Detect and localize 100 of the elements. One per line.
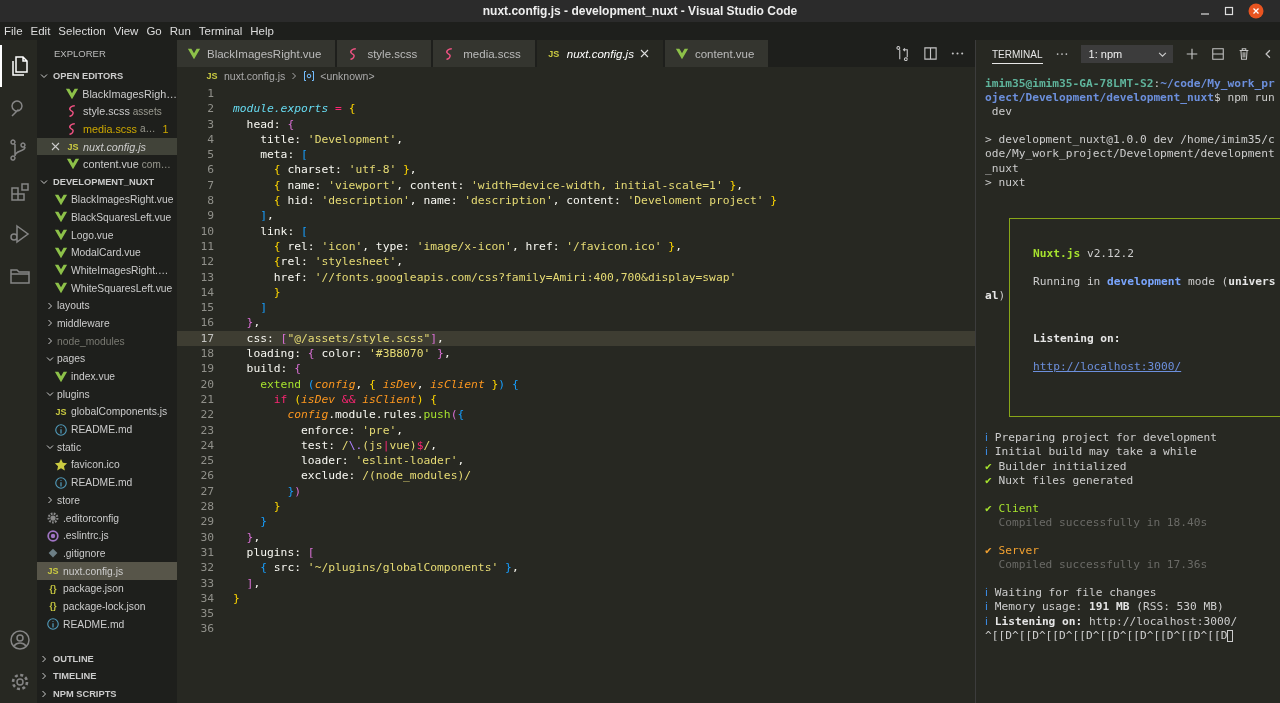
compare-icon[interactable] [896, 46, 911, 61]
editor-tab[interactable]: BlackImagesRight.vue [177, 40, 336, 67]
section-header[interactable]: TIMELINE [37, 667, 177, 686]
line-number: 8 [206, 193, 215, 209]
folder-name[interactable]: middleware [57, 317, 110, 329]
menu-item[interactable]: Go [146, 25, 162, 37]
file-type-icon: JS [54, 406, 68, 417]
menu-item[interactable]: Edit [30, 25, 51, 37]
chevron-icon[interactable] [46, 301, 54, 310]
close-icon[interactable] [1248, 3, 1264, 19]
folder-name[interactable]: store [57, 494, 80, 506]
file-description: assets [132, 105, 162, 117]
editor-tab[interactable]: style.scss [337, 40, 432, 67]
section-header[interactable]: OUTLINE [37, 649, 177, 668]
menu-item[interactable]: View [113, 25, 139, 37]
editor-tab[interactable]: JS nuxt.config.js [536, 40, 663, 67]
line-number: 17 [199, 330, 215, 347]
line-number: 6 [206, 162, 215, 178]
line-number: 10 [199, 223, 215, 239]
terminal-line: ℹ Listening on: http://localhost:3000/ [985, 614, 1238, 629]
file-name[interactable]: style.scss [83, 105, 130, 118]
panel-tab[interactable]: TERMINAL [992, 44, 1043, 64]
breadcrumb-item[interactable]: <unknown> [320, 70, 375, 82]
line-number: 9 [206, 208, 215, 224]
file-name[interactable]: package.json [63, 583, 124, 595]
close-icon[interactable] [51, 142, 60, 152]
split-editor-icon[interactable] [923, 46, 938, 61]
terminal-line: ^[[D^[[D^[[D^[[D^[[D^[[D^[[D^[[D^[[D [985, 628, 1228, 643]
chevron-icon[interactable] [46, 337, 54, 346]
plus-icon[interactable] [1185, 47, 1200, 61]
file-name[interactable]: BlackSquaresLeft.vue [71, 211, 172, 223]
file-name[interactable]: .eslintrc.js [63, 530, 109, 542]
file-name[interactable]: nuxt.config.js [63, 565, 124, 577]
chevron-icon [40, 71, 48, 80]
code-line: meta: [ [259, 147, 308, 163]
terminal-line: ℹ Waiting for file changes [985, 586, 1157, 601]
terminal-select[interactable]: 1: npm [1080, 45, 1174, 63]
file-name[interactable]: BlackImagesRight.vue [71, 194, 174, 206]
line-number: 25 [199, 453, 215, 469]
file-name[interactable]: favicon.ico [71, 459, 120, 471]
menu-item[interactable]: Selection [58, 25, 106, 37]
file-name[interactable]: nuxt.config.js [83, 140, 146, 153]
section-header[interactable]: OPEN EDITORS [37, 67, 177, 85]
folder-name[interactable]: plugins [57, 388, 90, 400]
section-header[interactable]: DEVELOPMENT_NUXT [37, 173, 177, 191]
file-name[interactable]: index.vue [71, 371, 116, 383]
chevron-icon[interactable] [46, 496, 54, 505]
chevron-icon[interactable] [46, 354, 54, 363]
code-line: build: { [245, 361, 302, 377]
file-name[interactable]: README.md [63, 618, 125, 630]
file-name[interactable]: .gitignore [63, 547, 106, 559]
folder-name[interactable]: node_modules [57, 335, 125, 347]
v-icon [65, 86, 80, 101]
file-name[interactable]: WhiteImagesRight.… [71, 264, 169, 276]
menu-item[interactable]: File [4, 25, 23, 37]
folder-name[interactable]: layouts [57, 300, 90, 312]
v-icon [54, 192, 68, 207]
menu-item[interactable]: Terminal [198, 25, 243, 37]
terminal-line: oject/Development/development_nuxt$ npm run [985, 91, 1275, 106]
chevron-icon [40, 177, 48, 186]
menu-item[interactable]: Help [250, 25, 274, 37]
run-icon[interactable] [7, 222, 32, 246]
file-name[interactable]: package-lock.json [63, 600, 146, 612]
selected-row[interactable]: JS nuxt.config.js [37, 137, 177, 156]
maximize-icon[interactable] [1224, 6, 1234, 16]
line-number: 24 [199, 437, 215, 454]
section-header[interactable]: NPM SCRIPTS [37, 685, 177, 703]
chevron-icon[interactable] [46, 319, 54, 328]
chevron-icon[interactable] [46, 390, 54, 399]
code-line: ], [259, 208, 274, 224]
editor-tab[interactable]: content.vue [664, 40, 769, 67]
chevron-icon[interactable] [46, 443, 54, 452]
info-icon [54, 475, 68, 490]
menu-item[interactable]: Run [169, 25, 191, 37]
terminal-line: ✔ Nuxt files generated [985, 473, 1134, 488]
file-name[interactable]: .editorconfig [63, 512, 120, 524]
file-name[interactable]: media.scss [83, 122, 137, 135]
close-icon[interactable] [639, 49, 649, 58]
line-number: 22 [199, 407, 215, 423]
line-number: 15 [199, 300, 215, 316]
file-description: com… [141, 158, 171, 170]
info-icon [46, 617, 60, 632]
file-name[interactable]: README.md [71, 424, 133, 436]
file-name[interactable]: README.md [71, 477, 133, 489]
selected-row[interactable]: JS nuxt.config.js [37, 562, 177, 580]
breadcrumb-item[interactable]: nuxt.config.js [224, 70, 286, 82]
split-terminal-icon[interactable] [1211, 47, 1226, 61]
folder-name[interactable]: pages [57, 353, 86, 365]
file-name[interactable]: WhiteSquaresLeft.vue [71, 282, 173, 294]
account-icon[interactable] [7, 628, 32, 652]
editor-tab[interactable]: media.scss [433, 40, 535, 67]
folder-name[interactable]: static [57, 441, 82, 453]
file-name[interactable]: Logo.vue [71, 229, 114, 241]
line-number: 27 [199, 483, 215, 499]
terminal-line: imim35@imim35-GA-78LMT-S2:~/code/My_work_pr [985, 77, 1275, 92]
file-name[interactable]: content.vue [83, 158, 139, 171]
file-name[interactable]: ModalCard.vue [71, 247, 141, 259]
file-name[interactable]: BlackImagesRigh… [82, 87, 177, 100]
file-name[interactable]: globalComponents.js [71, 406, 168, 418]
code-line: exclude: /(node_modules)/ [300, 468, 472, 484]
